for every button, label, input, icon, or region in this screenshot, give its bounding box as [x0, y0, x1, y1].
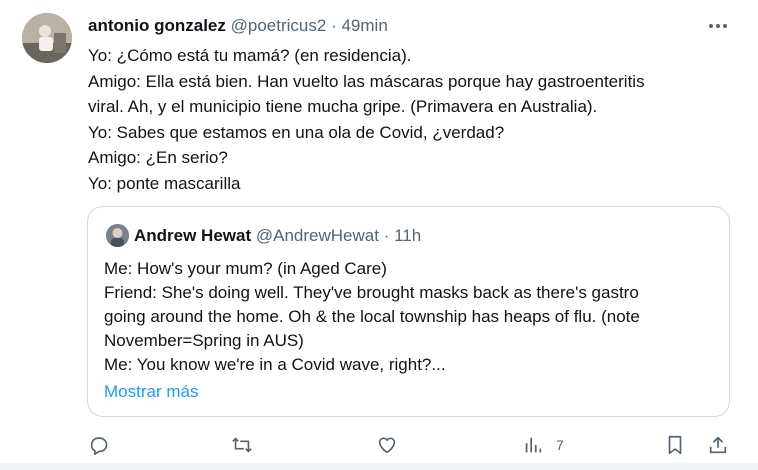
quoted-author-name[interactable]: Andrew Hewat	[134, 226, 251, 245]
more-dot	[709, 24, 713, 28]
separator: ·	[331, 16, 337, 35]
reply-button[interactable]	[88, 430, 110, 460]
show-more-link[interactable]: Mostrar más	[104, 380, 198, 404]
heart-icon	[378, 437, 396, 454]
more-options-icon[interactable]	[706, 16, 730, 36]
retweet-button[interactable]	[231, 430, 253, 460]
more-dot	[716, 24, 720, 28]
bottom-divider	[0, 463, 758, 470]
quoted-text-line: Friend: She's doing well. They've brough…	[104, 283, 639, 302]
quoted-avatar-photo	[106, 224, 129, 247]
tweet-text: Yo: ¿Cómo está tu mamá? (en residencia).…	[88, 43, 748, 196]
timestamp[interactable]: 49min	[341, 16, 387, 35]
tweet-text-line: Yo: ¿Cómo está tu mamá? (en residencia).	[88, 46, 412, 65]
tweet-header: antonio gonzalez @poetricus2 · 49min	[88, 15, 388, 37]
quoted-text-line: going around the home. Oh & the local to…	[104, 307, 640, 326]
share-icon	[709, 436, 727, 454]
share-button[interactable]	[707, 430, 729, 460]
avatar[interactable]	[22, 13, 72, 63]
separator: ·	[383, 226, 390, 245]
quoted-avatar[interactable]	[106, 224, 129, 247]
retweet-icon	[232, 437, 252, 453]
avatar-photo	[22, 13, 72, 63]
views-icon	[525, 437, 542, 453]
quoted-author-handle[interactable]: @AndrewHewat	[256, 226, 379, 245]
quoted-text: Me: How's your mum? (in Aged Care) Frien…	[104, 257, 724, 377]
quoted-text-line: Me: You know we're in a Covid wave, righ…	[104, 355, 446, 374]
bookmark-icon	[668, 435, 682, 455]
bookmark-button[interactable]	[664, 430, 686, 460]
quoted-text-line: November=Spring in AUS)	[104, 331, 304, 350]
views-button[interactable]: 7	[522, 430, 564, 460]
tweet-text-line: Amigo: ¿En serio?	[88, 148, 228, 167]
tweet-text-line: Amigo: Ella está bien. Han vuelto las má…	[88, 71, 645, 91]
quoted-text-line: Me: How's your mum? (in Aged Care)	[104, 259, 387, 278]
tweet-text-line: Yo: Sabes que estamos en una ola de Covi…	[88, 122, 505, 142]
reply-icon	[90, 437, 108, 455]
tweet[interactable]: antonio gonzalez @poetricus2 · 49min Yo:…	[0, 0, 758, 470]
quoted-timestamp[interactable]: 11h	[394, 226, 421, 245]
quoted-header: Andrew Hewat @AndrewHewat · 11h	[134, 224, 421, 247]
author-name[interactable]: antonio gonzalez	[88, 16, 226, 35]
author-handle[interactable]: @poetricus2	[231, 16, 327, 35]
like-button[interactable]	[376, 430, 398, 460]
views-count: 7	[556, 437, 564, 453]
tweet-text-line: viral. Ah, y el municipio tiene mucha gr…	[88, 97, 598, 116]
action-bar: 7	[0, 430, 758, 460]
tweet-text-line: Yo: ponte mascarilla	[88, 173, 241, 193]
quoted-tweet[interactable]: Andrew Hewat @AndrewHewat · 11h Me: How'…	[87, 206, 730, 417]
more-dot	[723, 24, 727, 28]
